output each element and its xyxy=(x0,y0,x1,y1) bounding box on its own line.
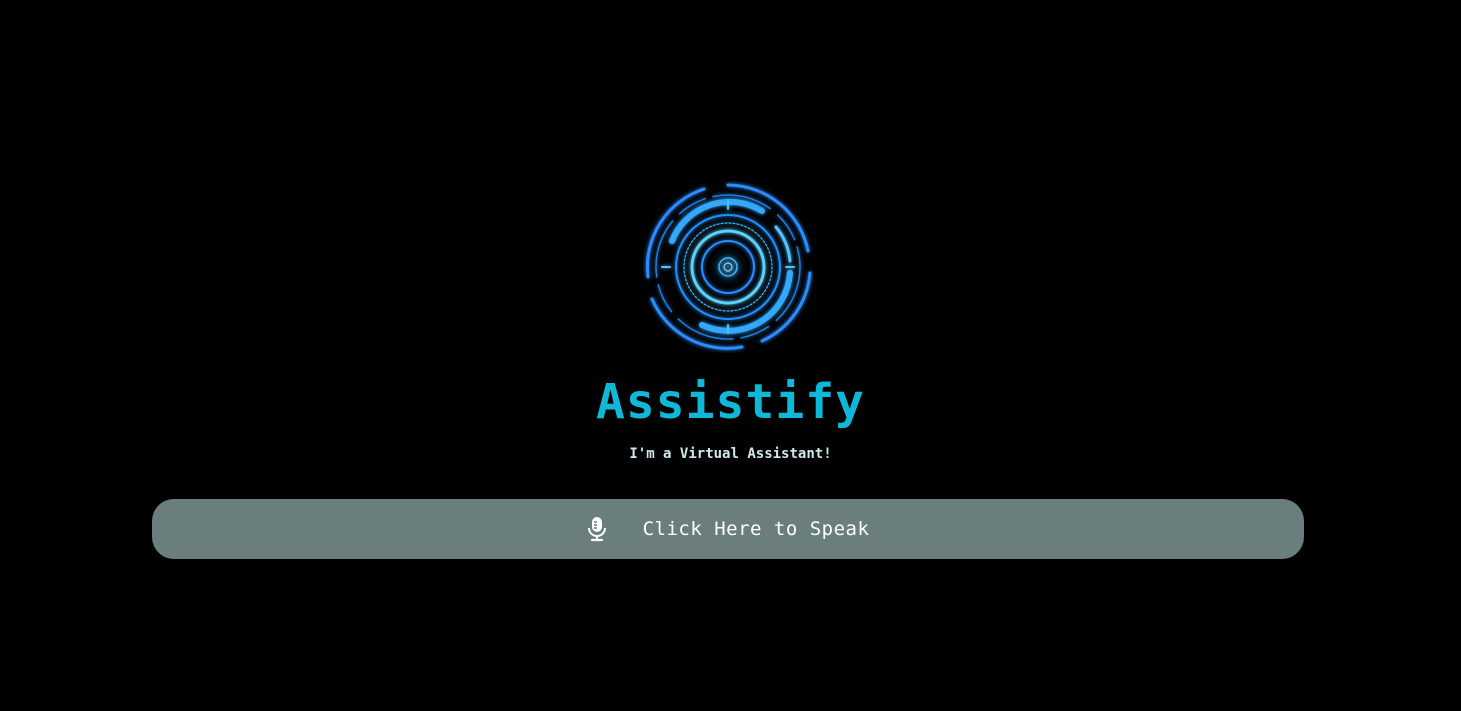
hud-eye-logo-icon xyxy=(642,181,814,353)
app-subtitle: I'm a Virtual Assistant! xyxy=(629,446,832,462)
microphone-icon xyxy=(587,516,607,542)
speak-button-label: Click Here to Speak xyxy=(642,518,870,540)
app-title: Assistify xyxy=(595,374,866,430)
speak-button[interactable]: Click Here to Speak xyxy=(152,499,1304,559)
page: Assistify I'm a Virtual Assistant! Click… xyxy=(0,0,1461,711)
